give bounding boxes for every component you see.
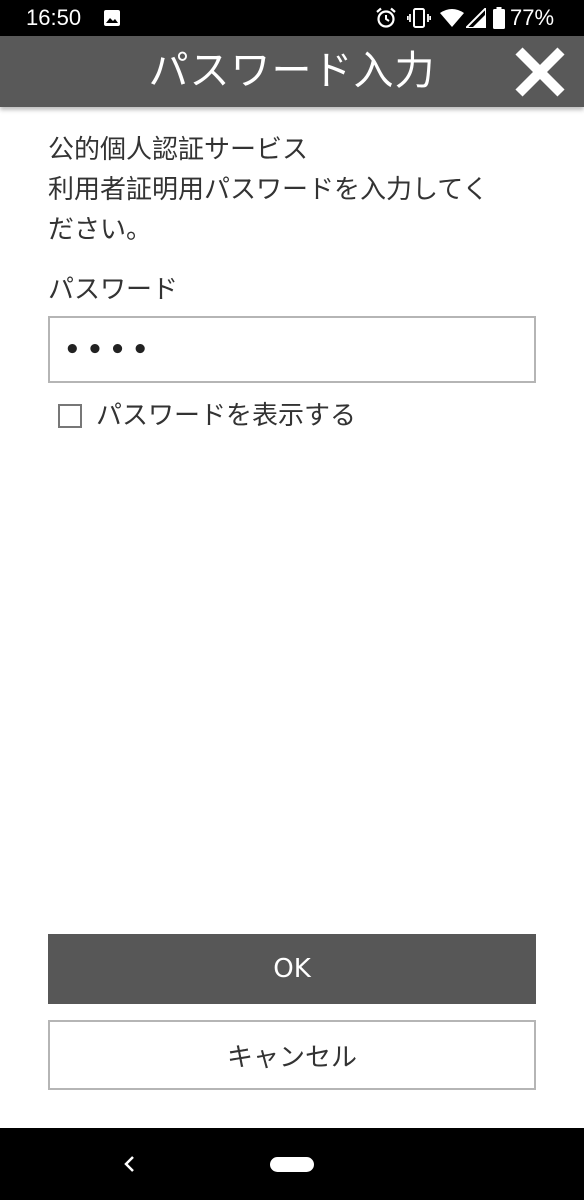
cancel-button[interactable]: キャンセル: [48, 1020, 536, 1090]
alarm-icon: [376, 7, 396, 28]
ok-button[interactable]: OK: [48, 934, 536, 1004]
status-time: 16:50: [26, 5, 82, 30]
wifi-icon: [440, 9, 464, 27]
close-button[interactable]: [510, 42, 570, 102]
back-icon[interactable]: [118, 1152, 142, 1176]
description-line: ださい。: [48, 215, 153, 245]
password-masked-value: ••••: [64, 334, 155, 365]
signal-icon: [466, 8, 486, 28]
status-bar: 16:50 77%: [0, 0, 584, 36]
app-header: パスワード入力: [0, 36, 584, 107]
show-password-checkbox[interactable]: [58, 404, 82, 428]
description-line: 利用者証明用パスワードを入力してく: [48, 175, 489, 205]
system-nav-bar: [0, 1128, 584, 1200]
home-pill-icon[interactable]: [270, 1157, 314, 1172]
show-password-toggle[interactable]: パスワードを表示する: [58, 398, 356, 434]
page-title: パスワード入力: [148, 48, 436, 94]
screen: 16:50 77% パスワード入力 公的個人認証サービス 利用者証明用パスワード…: [0, 0, 584, 1200]
battery-icon: [493, 7, 505, 29]
password-input[interactable]: ••••: [48, 316, 536, 383]
vibrate-icon: [407, 8, 431, 28]
description-text: 公的個人認証サービス 利用者証明用パスワードを入力してく ださい。: [48, 130, 548, 250]
show-password-label: パスワードを表示する: [96, 401, 357, 431]
close-icon: [515, 47, 565, 97]
password-label: パスワード: [48, 275, 179, 305]
description-line: 公的個人認証サービス: [48, 135, 309, 165]
battery-percentage: 77%: [510, 5, 555, 30]
image-notification-icon: [104, 10, 120, 26]
